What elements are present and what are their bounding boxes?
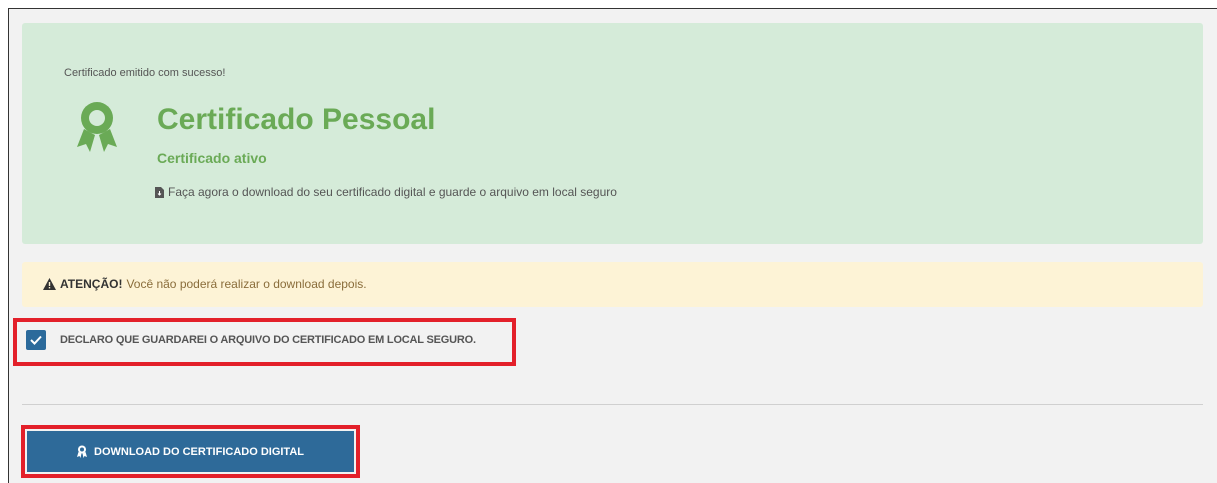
certificate-status: Certificado ativo — [157, 150, 267, 166]
divider — [22, 404, 1203, 405]
warning-message: ATENÇÃO! Você não poderá realizar o down… — [43, 277, 367, 291]
declaration-highlight: DECLARO QUE GUARDAREI O ARQUIVO DO CERTI… — [13, 318, 516, 366]
warning-strong: ATENÇÃO! — [60, 277, 123, 291]
check-icon — [30, 335, 42, 345]
award-icon — [77, 445, 87, 458]
warning-panel: ATENÇÃO! Você não poderá realizar o down… — [22, 262, 1203, 307]
success-message: Certificado emitido com sucesso! — [64, 67, 226, 79]
download-button-label: DOWNLOAD DO CERTIFICADO DIGITAL — [94, 445, 304, 458]
certificate-note-text: Faça agora o download do seu certificado… — [168, 185, 617, 199]
download-highlight: DOWNLOAD DO CERTIFICADO DIGITAL — [21, 425, 360, 478]
success-panel: Certificado emitido com sucesso! Certifi… — [22, 23, 1203, 244]
download-certificate-button[interactable]: DOWNLOAD DO CERTIFICADO DIGITAL — [27, 431, 354, 472]
certificate-title: Certificado Pessoal — [157, 103, 436, 136]
file-download-icon — [155, 186, 164, 198]
warning-icon — [43, 278, 56, 290]
declaration-label[interactable]: DECLARO QUE GUARDAREI O ARQUIVO DO CERTI… — [60, 334, 476, 346]
certificate-note: Faça agora o download do seu certificado… — [155, 185, 617, 199]
warning-text: Você não poderá realizar o download depo… — [126, 277, 367, 291]
award-icon — [77, 102, 117, 152]
declaration-checkbox[interactable] — [26, 330, 46, 350]
